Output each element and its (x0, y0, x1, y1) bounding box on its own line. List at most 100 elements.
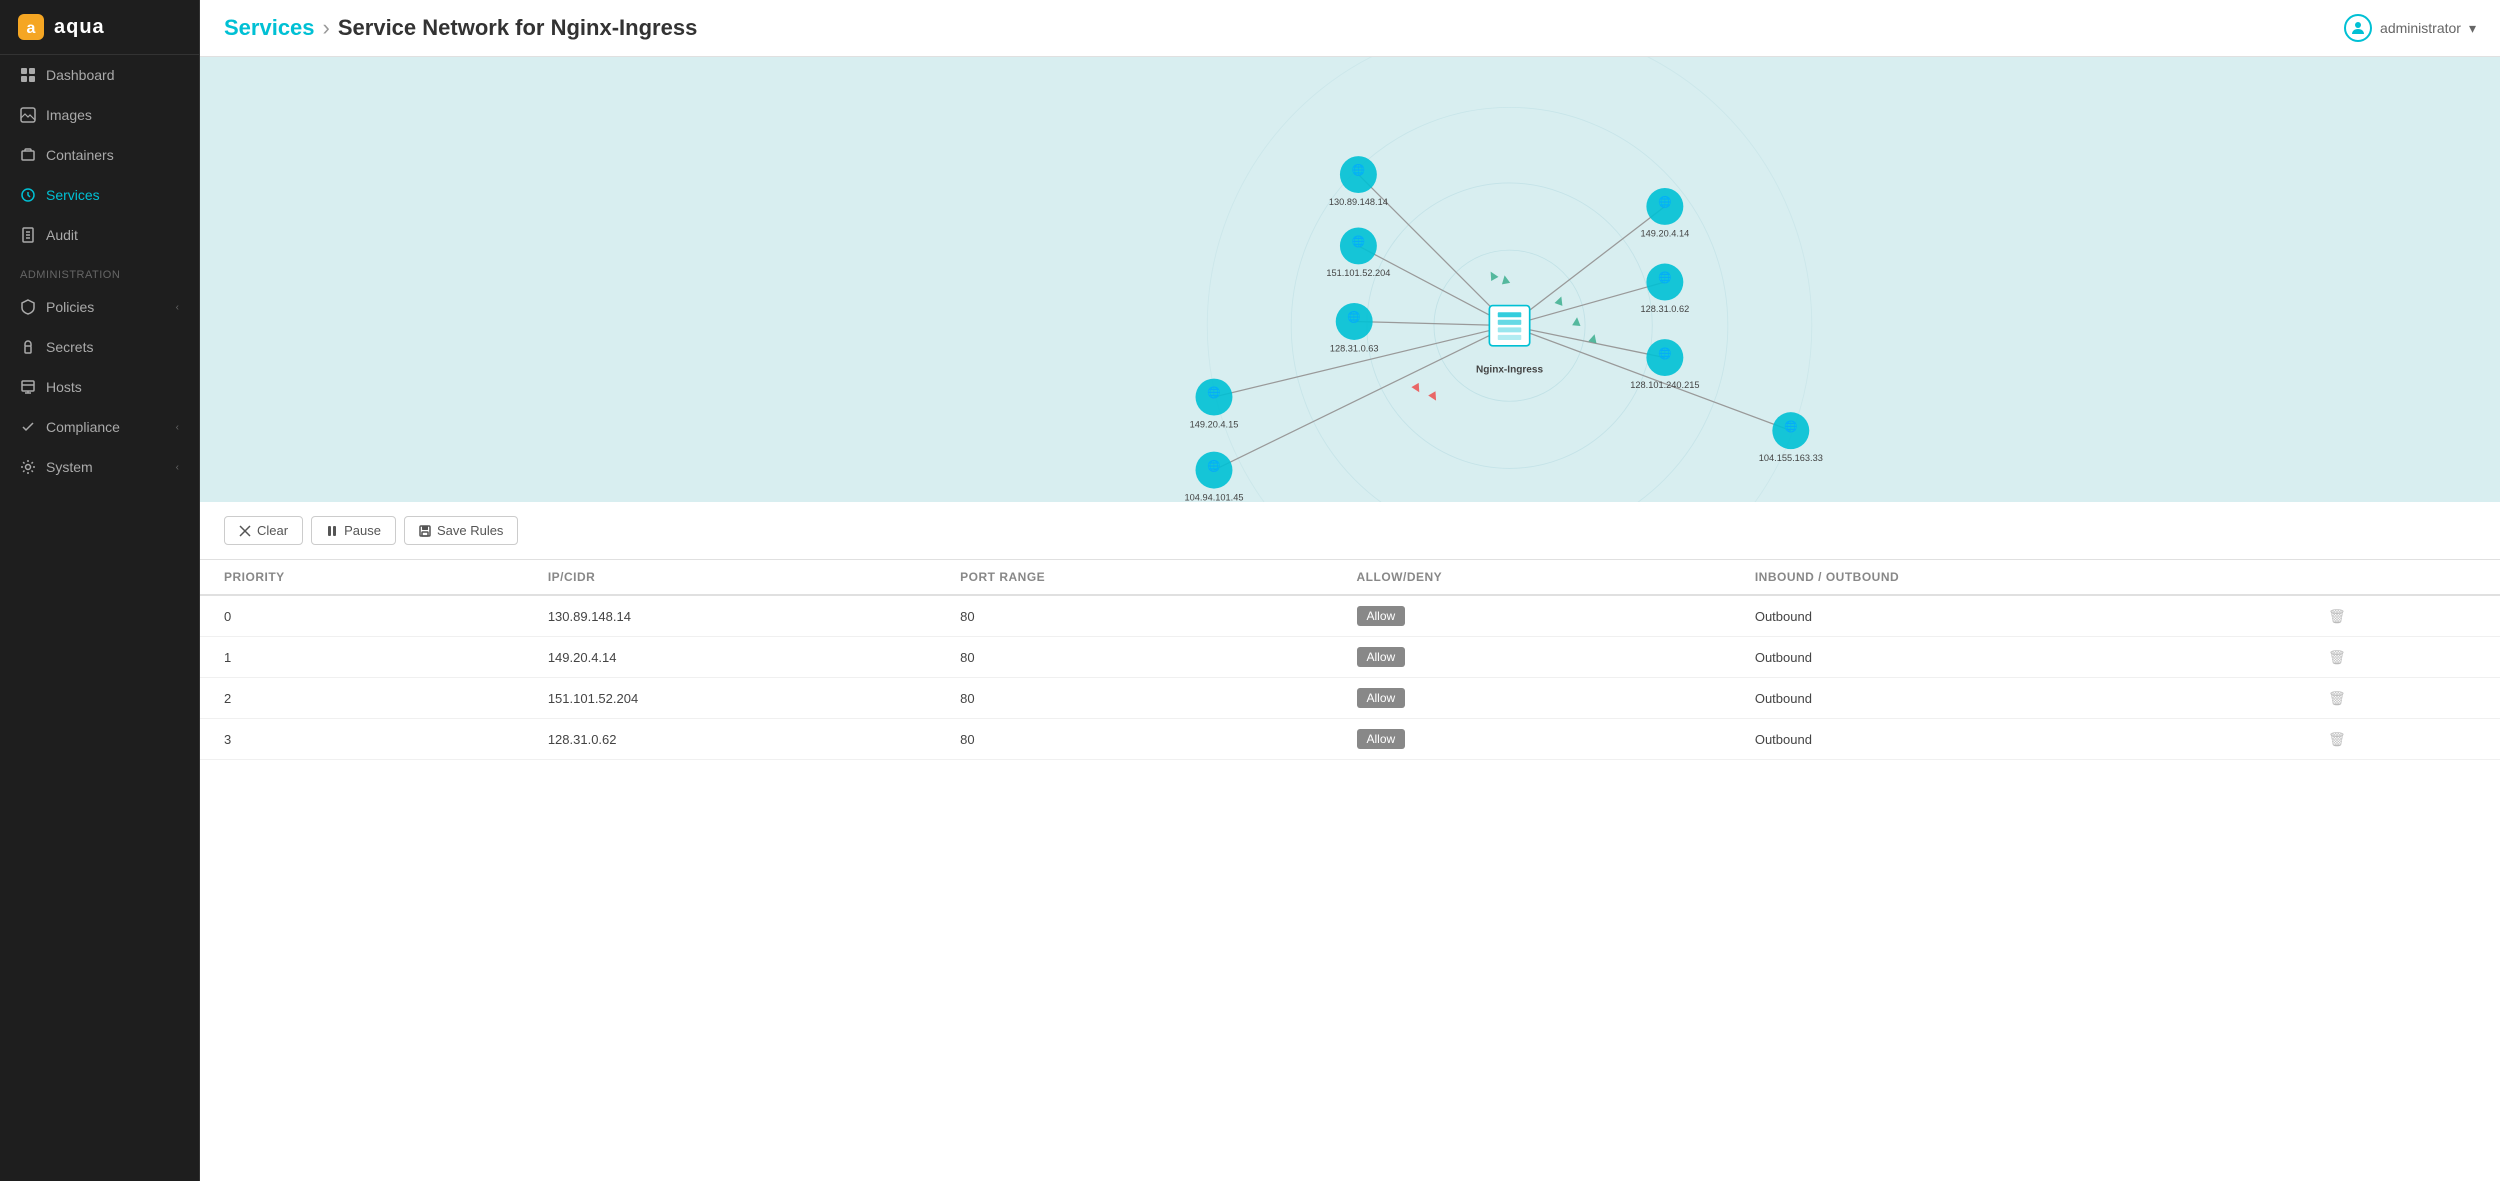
cell-allow-deny-3[interactable]: Allow (1333, 719, 1731, 760)
delete-button-2[interactable]: 🗑 (2328, 690, 2346, 706)
pause-button[interactable]: Pause (311, 516, 396, 545)
sidebar-header: a aqua (0, 0, 199, 55)
breadcrumb: Services › Service Network for Nginx-Ing… (224, 15, 697, 41)
services-icon (20, 187, 36, 203)
svg-text:🌐: 🌐 (1207, 386, 1221, 399)
nav-label-audit: Audit (46, 227, 78, 243)
table-row: 0 130.89.148.14 80 Allow Outbound 🗑 (200, 595, 2500, 637)
cell-priority-0: 0 (200, 595, 524, 637)
cell-allow-deny-2[interactable]: Allow (1333, 678, 1731, 719)
save-rules-button[interactable]: Save Rules (404, 516, 518, 545)
allow-badge-3[interactable]: Allow (1357, 729, 1406, 749)
col-direction: INBOUND / OUTBOUND (1731, 560, 2304, 595)
node-104.155.163.33: 🌐 104.155.163.33 (1759, 412, 1823, 463)
allow-badge-1[interactable]: Allow (1357, 647, 1406, 667)
cell-ip-0: 130.89.148.14 (524, 595, 936, 637)
col-port-range: PORT RANGE (936, 560, 1332, 595)
breadcrumb-services-link[interactable]: Services (224, 15, 315, 41)
clear-button[interactable]: Clear (224, 516, 303, 545)
cell-ip-3: 128.31.0.62 (524, 719, 936, 760)
nav-item-hosts[interactable]: Hosts (0, 367, 199, 407)
delete-button-3[interactable]: 🗑 (2328, 731, 2346, 747)
system-chevron: ‹ (176, 462, 179, 473)
cell-delete-1[interactable]: 🗑 (2304, 637, 2500, 678)
user-name-label: administrator (2380, 20, 2461, 36)
cell-allow-deny-1[interactable]: Allow (1333, 637, 1731, 678)
nav-item-system[interactable]: System ‹ (0, 447, 199, 487)
node-149.20.4.14: 🌐 149.20.4.14 (1641, 188, 1690, 239)
cell-ip-1: 149.20.4.14 (524, 637, 936, 678)
nav-item-images[interactable]: Images (0, 95, 199, 135)
nav-item-services[interactable]: Services (0, 175, 199, 215)
nav-label-containers: Containers (46, 147, 114, 163)
svg-text:🌐: 🌐 (1658, 271, 1672, 284)
node-128.101.240.215: 🌐 128.101.240.215 (1630, 339, 1699, 390)
cell-priority-3: 3 (200, 719, 524, 760)
col-ip-cidr: IP/CIDR (524, 560, 936, 595)
cell-delete-3[interactable]: 🗑 (2304, 719, 2500, 760)
hosts-icon (20, 379, 36, 395)
bottom-panel: Clear Pause Save Rules PRIORITY IP/CIDR … (200, 502, 2500, 1181)
containers-icon (20, 147, 36, 163)
clear-x-icon (239, 525, 251, 537)
network-svg: 🌐 130.89.148.14 🌐 151.101.52.204 🌐 128.3… (200, 57, 2500, 502)
allow-badge-0[interactable]: Allow (1357, 606, 1406, 626)
col-priority: PRIORITY (200, 560, 524, 595)
svg-text:151.101.52.204: 151.101.52.204 (1326, 268, 1390, 278)
nav-item-secrets[interactable]: Secrets (0, 327, 199, 367)
table-header-row: PRIORITY IP/CIDR PORT RANGE ALLOW/DENY I… (200, 560, 2500, 595)
user-menu[interactable]: administrator ▾ (2344, 14, 2476, 42)
cell-direction-3: Outbound (1731, 719, 2304, 760)
cell-ip-2: 151.101.52.204 (524, 678, 936, 719)
svg-text:🌐: 🌐 (1347, 311, 1361, 324)
cell-port-0: 80 (936, 595, 1332, 637)
svg-text:🌐: 🌐 (1784, 420, 1798, 433)
policies-icon (20, 299, 36, 315)
dashboard-icon (20, 67, 36, 83)
svg-text:Nginx-Ingress: Nginx-Ingress (1476, 365, 1544, 376)
nav-label-policies: Policies (46, 299, 94, 315)
compliance-icon (20, 419, 36, 435)
svg-text:104.94.101.45: 104.94.101.45 (1184, 492, 1243, 502)
network-graph[interactable]: 🌐 130.89.148.14 🌐 151.101.52.204 🌐 128.3… (200, 57, 2500, 502)
delete-button-0[interactable]: 🗑 (2328, 608, 2346, 624)
table-row: 2 151.101.52.204 80 Allow Outbound 🗑 (200, 678, 2500, 719)
aqua-logo-icon: a (16, 12, 46, 42)
cell-delete-2[interactable]: 🗑 (2304, 678, 2500, 719)
svg-text:149.20.4.14: 149.20.4.14 (1641, 229, 1690, 239)
system-icon (20, 459, 36, 475)
table-row: 3 128.31.0.62 80 Allow Outbound 🗑 (200, 719, 2500, 760)
col-allow-deny: ALLOW/DENY (1333, 560, 1731, 595)
node-151.101.52.204: 🌐 151.101.52.204 (1326, 227, 1390, 278)
svg-text:🌐: 🌐 (1207, 459, 1221, 472)
cell-direction-0: Outbound (1731, 595, 2304, 637)
allow-badge-2[interactable]: Allow (1357, 688, 1406, 708)
node-128.31.0.62: 🌐 128.31.0.62 (1641, 264, 1690, 315)
svg-text:🌐: 🌐 (1352, 235, 1366, 248)
nav-label-dashboard: Dashboard (46, 67, 115, 83)
svg-text:a: a (27, 20, 36, 37)
nav-item-dashboard[interactable]: Dashboard (0, 55, 199, 95)
toolbar: Clear Pause Save Rules (200, 502, 2500, 560)
nav-item-containers[interactable]: Containers (0, 135, 199, 175)
user-avatar-icon (2344, 14, 2372, 42)
delete-button-1[interactable]: 🗑 (2328, 649, 2346, 665)
svg-text:128.31.0.63: 128.31.0.63 (1330, 344, 1379, 354)
cell-direction-1: Outbound (1731, 637, 2304, 678)
rules-table-body: 0 130.89.148.14 80 Allow Outbound 🗑 1 14… (200, 595, 2500, 760)
nav-item-compliance[interactable]: Compliance ‹ (0, 407, 199, 447)
cell-delete-0[interactable]: 🗑 (2304, 595, 2500, 637)
nav-item-audit[interactable]: Audit (0, 215, 199, 255)
nav-label-images: Images (46, 107, 92, 123)
nav-label-compliance: Compliance (46, 419, 120, 435)
nav-item-policies[interactable]: Policies ‹ (0, 287, 199, 327)
center-node: Nginx-Ingress (1476, 306, 1544, 376)
cell-allow-deny-0[interactable]: Allow (1333, 595, 1731, 637)
col-actions (2304, 560, 2500, 595)
nav-label-services: Services (46, 187, 100, 203)
app-logo-text: aqua (54, 16, 105, 39)
cell-port-3: 80 (936, 719, 1332, 760)
svg-text:104.155.163.33: 104.155.163.33 (1759, 453, 1823, 463)
nav-label-hosts: Hosts (46, 379, 82, 395)
compliance-chevron: ‹ (176, 422, 179, 433)
